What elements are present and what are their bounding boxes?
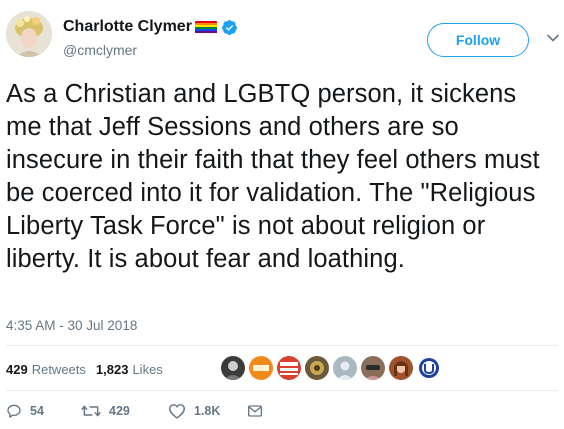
divider	[6, 345, 558, 346]
likes-label[interactable]: Likes	[132, 362, 162, 377]
avatar[interactable]	[6, 11, 52, 57]
liker-avatar[interactable]	[277, 356, 301, 380]
tweet-header: Charlotte Clymer @cmclymer Follow	[0, 0, 564, 80]
direct-message-action[interactable]	[247, 403, 271, 419]
divider	[6, 390, 558, 391]
reply-icon	[7, 404, 21, 418]
flag-stripe	[194, 31, 217, 34]
tweet-text: As a Christian and LGBTQ person, it sick…	[6, 80, 540, 273]
liker-avatar-image	[364, 365, 382, 380]
liker-avatar-image	[224, 361, 242, 380]
liker-avatar-image	[310, 361, 324, 375]
retweet-action[interactable]: 429	[81, 403, 130, 419]
reply-count: 54	[30, 404, 44, 418]
chevron-down-icon[interactable]	[547, 34, 559, 42]
liker-avatar[interactable]	[333, 356, 357, 380]
envelope-icon	[248, 405, 262, 417]
liker-avatar[interactable]	[249, 356, 273, 380]
tweet-actions: 54 429 1.8K	[6, 403, 558, 427]
liker-avatar[interactable]	[221, 356, 245, 380]
liker-avatar-image	[394, 361, 408, 376]
like-count: 1.8K	[194, 404, 221, 418]
retweets-count[interactable]: 429	[6, 362, 28, 377]
liker-avatar[interactable]	[389, 356, 413, 380]
likes-count[interactable]: 1,823	[96, 362, 129, 377]
rainbow-flag-icon	[194, 20, 217, 34]
engagement-stats: 429 Retweets 1,823 Likes	[6, 362, 173, 377]
follow-button[interactable]: Follow	[427, 23, 529, 57]
liker-avatar-image	[280, 362, 298, 375]
avatar-image	[6, 11, 52, 57]
reply-action[interactable]: 54	[6, 403, 44, 419]
verified-badge-icon	[221, 19, 237, 35]
user-handle[interactable]: @cmclymer	[63, 42, 137, 58]
like-action[interactable]: 1.8K	[168, 403, 220, 419]
default-avatar-icon	[337, 361, 353, 380]
display-name[interactable]: Charlotte Clymer	[63, 18, 192, 36]
tweet-timestamp[interactable]: 4:35 AM - 30 Jul 2018	[6, 318, 137, 333]
retweets-label[interactable]: Retweets	[32, 362, 86, 377]
liker-avatar-image	[253, 365, 269, 371]
retweet-count: 429	[109, 404, 130, 418]
display-name-row[interactable]: Charlotte Clymer	[63, 16, 238, 38]
liker-avatar[interactable]	[361, 356, 385, 380]
retweet-icon	[81, 405, 101, 417]
liker-avatar[interactable]	[305, 356, 329, 380]
heart-icon	[169, 404, 185, 419]
liker-avatar-image	[419, 358, 439, 378]
liker-avatar[interactable]	[417, 356, 441, 380]
liker-avatars	[221, 356, 445, 380]
